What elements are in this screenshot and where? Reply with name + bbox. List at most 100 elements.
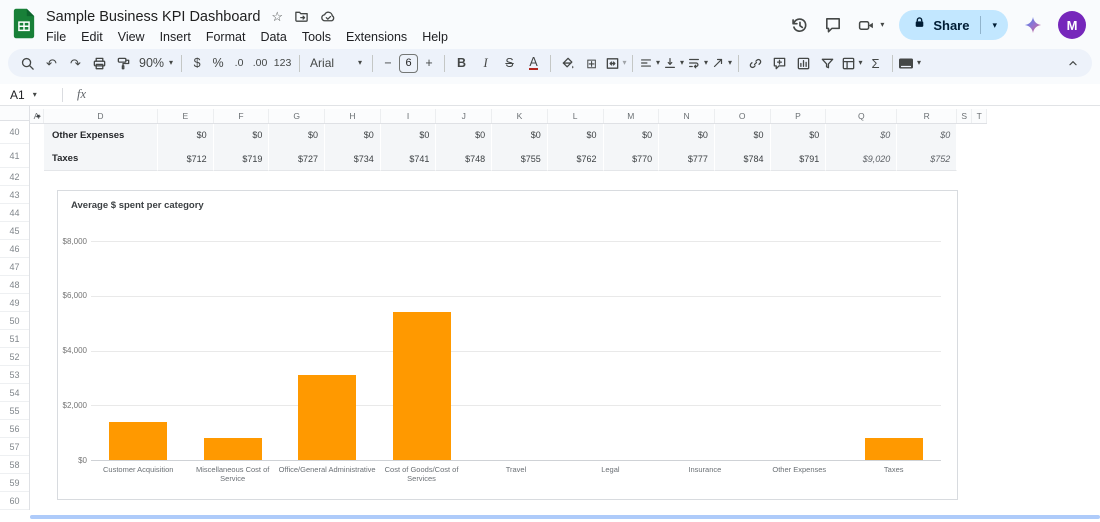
text-wrap-button[interactable]: ▾ <box>686 51 709 75</box>
redo-button[interactable]: ↷ <box>64 51 87 75</box>
decrease-font-size-button[interactable]: − <box>378 51 398 75</box>
row-header-52[interactable]: 52 <box>0 348 29 366</box>
cell-L41[interactable]: $762 <box>547 147 604 171</box>
insert-link-button[interactable] <box>744 51 767 75</box>
cell-A41[interactable] <box>30 147 44 171</box>
font-size-input[interactable]: 6 <box>399 53 419 73</box>
column-header-T[interactable]: T <box>972 109 988 123</box>
increase-decimals-button[interactable]: .00 <box>250 51 270 75</box>
more-formats-button[interactable]: 123 <box>271 51 294 75</box>
cell-F40[interactable]: $0 <box>213 124 270 147</box>
meet-video-icon[interactable]: ▾ <box>857 17 884 34</box>
account-avatar[interactable]: M <box>1058 11 1086 39</box>
share-dropdown[interactable]: ▾ <box>981 20 1008 31</box>
font-family-select[interactable]: Arial ▾ <box>305 51 367 75</box>
cell-I41[interactable]: $741 <box>380 147 437 171</box>
menu-extensions[interactable]: Extensions <box>339 28 414 46</box>
format-currency-button[interactable]: $ <box>187 51 207 75</box>
row-header-49[interactable]: 49 <box>0 294 29 312</box>
zoom-select[interactable]: 90% ▾ <box>136 51 176 75</box>
column-header-E[interactable]: E <box>158 109 214 123</box>
fill-color-button[interactable] <box>556 51 579 75</box>
cell-E40[interactable]: $0 <box>158 124 214 147</box>
comment-history-icon[interactable] <box>824 16 842 34</box>
row-header-46[interactable]: 46 <box>0 240 29 258</box>
column-header-K[interactable]: K <box>492 109 548 123</box>
row-header-55[interactable]: 55 <box>0 402 29 420</box>
move-folder-icon[interactable] <box>294 9 309 24</box>
meet-caret-icon[interactable]: ▾ <box>880 21 884 29</box>
name-box[interactable]: A1 ▾ <box>10 88 60 102</box>
cell-P41[interactable]: $791 <box>770 147 827 171</box>
row-header-50[interactable]: 50 <box>0 312 29 330</box>
strikethrough-button[interactable]: S <box>498 51 521 75</box>
menu-insert[interactable]: Insert <box>153 28 198 46</box>
merge-cells-button[interactable]: ▾ <box>604 51 627 75</box>
cell-O41[interactable]: $784 <box>714 147 771 171</box>
share-button[interactable]: Share ▾ <box>899 10 1008 40</box>
cell-N41[interactable]: $777 <box>659 147 715 171</box>
row-header-53[interactable]: 53 <box>0 366 29 384</box>
text-rotation-button[interactable]: ▾ <box>710 51 733 75</box>
row-header-42[interactable]: 42 <box>0 168 29 186</box>
row-header-56[interactable]: 56 <box>0 420 29 438</box>
row-header-45[interactable]: 45 <box>0 222 29 240</box>
increase-font-size-button[interactable]: + <box>419 51 439 75</box>
menu-format[interactable]: Format <box>199 28 253 46</box>
star-icon[interactable]: ☆ <box>271 10 283 23</box>
merge-caret-icon[interactable]: ▾ <box>623 59 627 67</box>
row-header-47[interactable]: 47 <box>0 258 29 276</box>
row-header-41[interactable]: 41 <box>0 144 29 168</box>
cell-R41[interactable]: $752 <box>897 147 958 171</box>
column-header-F[interactable]: F <box>214 109 270 123</box>
cell-D41[interactable]: Taxes <box>44 147 158 171</box>
cell-R40[interactable]: $0 <box>897 124 958 147</box>
row-header-57[interactable]: 57 <box>0 438 29 456</box>
borders-button[interactable]: ⊞ <box>580 51 603 75</box>
cell-D40[interactable]: Other Expenses <box>44 124 158 147</box>
column-header-O[interactable]: O <box>715 109 771 123</box>
hidden-columns-indicator[interactable]: ◂▸ <box>36 109 41 124</box>
cell-M41[interactable]: $770 <box>603 147 660 171</box>
italic-button[interactable]: I <box>474 51 497 75</box>
column-header-H[interactable]: H <box>325 109 381 123</box>
row-header-43[interactable]: 43 <box>0 186 29 204</box>
menu-help[interactable]: Help <box>415 28 455 46</box>
column-header-Q[interactable]: Q <box>826 109 898 123</box>
cell-L40[interactable]: $0 <box>547 124 604 147</box>
row-header-48[interactable]: 48 <box>0 276 29 294</box>
create-filter-button[interactable] <box>816 51 839 75</box>
cell-S41[interactable] <box>957 147 972 171</box>
column-header-S[interactable]: S <box>957 109 973 123</box>
menu-edit[interactable]: Edit <box>74 28 110 46</box>
horizontal-align-button[interactable]: ▾ <box>638 51 661 75</box>
cell-H41[interactable]: $734 <box>325 147 381 171</box>
row-header-54[interactable]: 54 <box>0 384 29 402</box>
input-tools-button[interactable]: ▾ <box>898 51 921 75</box>
column-header-M[interactable]: M <box>604 109 660 123</box>
column-header-D[interactable]: D ◂▸ <box>36 109 158 123</box>
undo-button[interactable]: ↶ <box>40 51 63 75</box>
cell-J41[interactable]: $748 <box>436 147 493 171</box>
cloud-saved-icon[interactable] <box>320 9 336 24</box>
insert-chart-button[interactable] <box>792 51 815 75</box>
cell-H40[interactable]: $0 <box>325 124 381 147</box>
search-menus-button[interactable] <box>16 51 39 75</box>
cell-E41[interactable]: $712 <box>158 147 214 171</box>
menu-data[interactable]: Data <box>253 28 293 46</box>
decrease-decimals-button[interactable]: .0 <box>229 51 249 75</box>
version-history-icon[interactable] <box>790 16 809 35</box>
sheets-logo[interactable] <box>12 8 36 39</box>
functions-button[interactable]: Σ <box>864 51 887 75</box>
document-title[interactable]: Sample Business KPI Dashboard <box>46 9 260 25</box>
filter-views-button[interactable]: ▾ <box>840 51 863 75</box>
menu-tools[interactable]: Tools <box>295 28 338 46</box>
embedded-chart[interactable]: Average $ spent per category $0 $2,000 $4,… <box>57 190 958 500</box>
cell-P40[interactable]: $0 <box>770 124 827 147</box>
column-header-J[interactable]: J <box>436 109 493 123</box>
row-header-59[interactable]: 59 <box>0 474 29 492</box>
column-header-N[interactable]: N <box>659 109 715 123</box>
row-header-51[interactable]: 51 <box>0 330 29 348</box>
row-header-40[interactable]: 40 <box>0 121 29 144</box>
paint-format-button[interactable] <box>112 51 135 75</box>
